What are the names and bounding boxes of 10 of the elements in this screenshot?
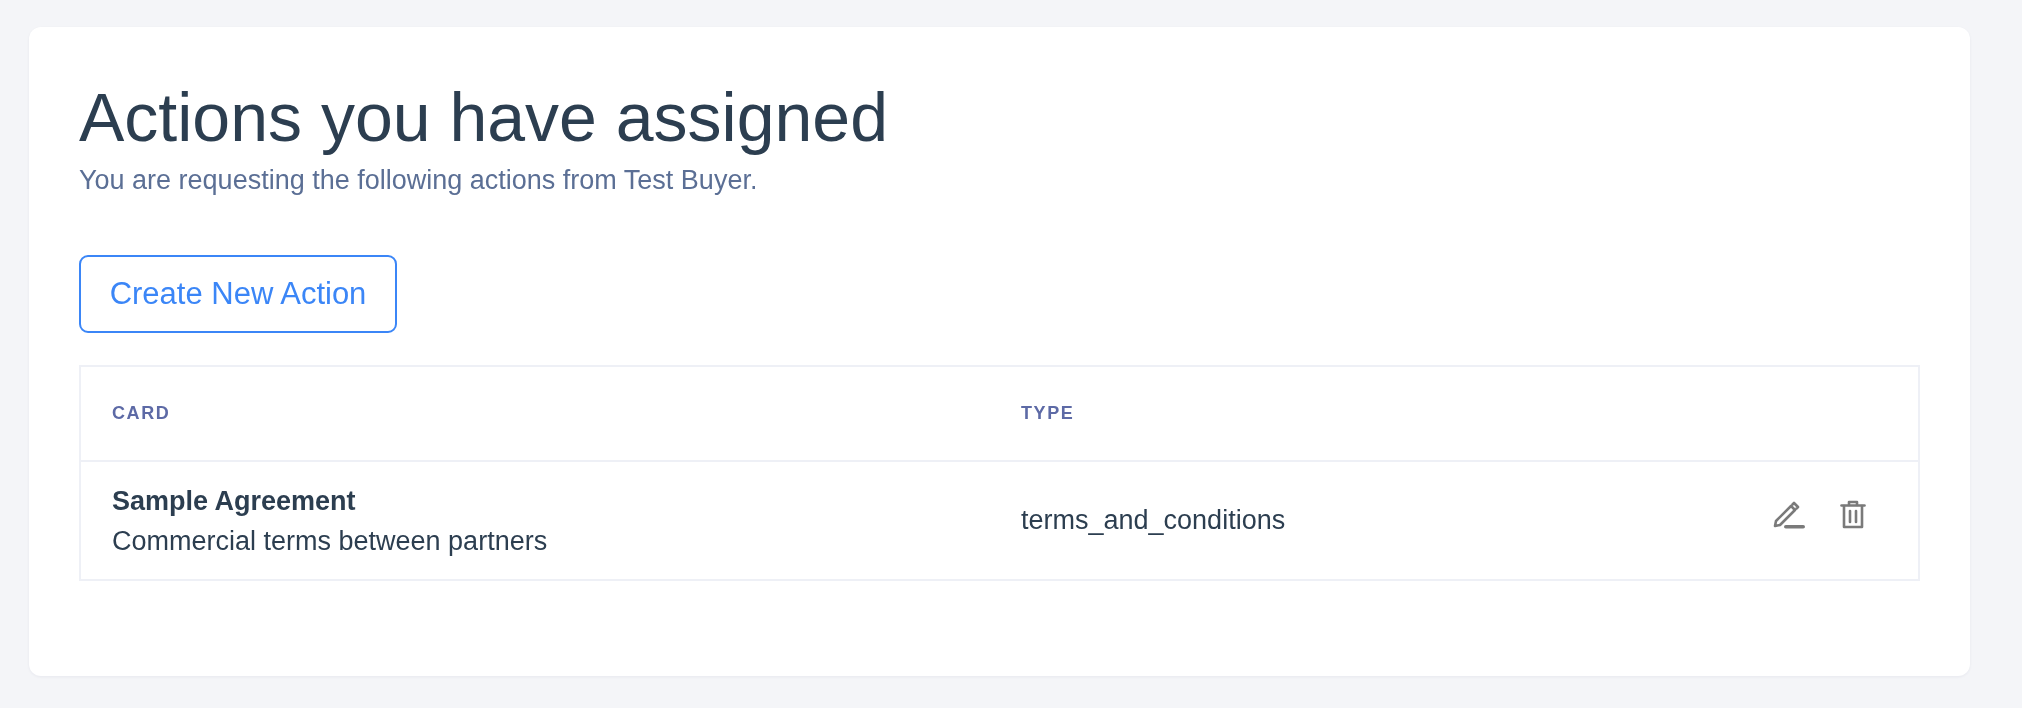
column-header: TYPE <box>1020 403 1076 424</box>
page-title: Actions you have assigned <box>79 78 889 157</box>
type-cell-text: terms_and_conditions <box>1020 505 1287 536</box>
trash-icon[interactable] <box>1840 500 1866 529</box>
column-header: CARD <box>111 403 172 424</box>
card-description: Commercial terms between partners <box>112 524 549 558</box>
page-subtitle: You are requesting the following actions from Test Buyer. <box>79 164 759 197</box>
edit-icon[interactable] <box>1772 500 1805 529</box>
create-action-button[interactable]: Create New Action <box>79 255 397 333</box>
card-title: Sample Agreement <box>112 484 357 518</box>
